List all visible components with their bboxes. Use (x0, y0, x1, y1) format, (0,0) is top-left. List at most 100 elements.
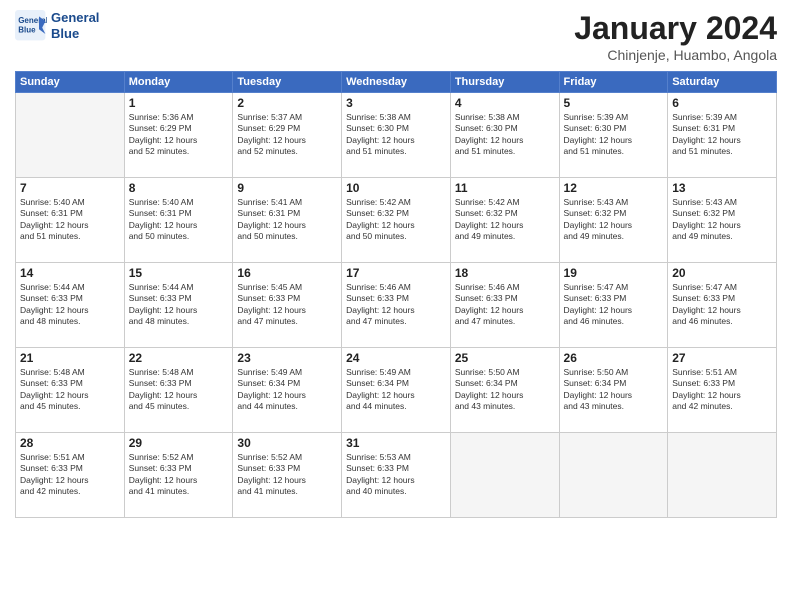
day-number: 2 (237, 96, 337, 110)
day-info: Sunrise: 5:51 AMSunset: 6:33 PMDaylight:… (672, 367, 772, 413)
week-row-2: 7 Sunrise: 5:40 AMSunset: 6:31 PMDaylight… (16, 178, 777, 263)
day-number: 11 (455, 181, 555, 195)
day-cell: 15 Sunrise: 5:44 AMSunset: 6:33 PMDayligh… (124, 263, 233, 348)
day-number: 1 (129, 96, 229, 110)
day-number: 18 (455, 266, 555, 280)
day-info: Sunrise: 5:52 AMSunset: 6:33 PMDaylight:… (129, 452, 229, 498)
day-cell: 26 Sunrise: 5:50 AMSunset: 6:34 PMDayligh… (559, 348, 668, 433)
day-number: 14 (20, 266, 120, 280)
day-number: 7 (20, 181, 120, 195)
day-info: Sunrise: 5:47 AMSunset: 6:33 PMDaylight:… (672, 282, 772, 328)
day-number: 23 (237, 351, 337, 365)
day-number: 15 (129, 266, 229, 280)
header-row: SundayMondayTuesdayWednesdayThursdayFrid… (16, 72, 777, 93)
page: General Blue General Blue January 2024 C… (0, 0, 792, 612)
day-info: Sunrise: 5:50 AMSunset: 6:34 PMDaylight:… (455, 367, 555, 413)
week-row-4: 21 Sunrise: 5:48 AMSunset: 6:33 PMDayligh… (16, 348, 777, 433)
day-cell: 19 Sunrise: 5:47 AMSunset: 6:33 PMDayligh… (559, 263, 668, 348)
day-number: 27 (672, 351, 772, 365)
title-section: January 2024 Chinjenje, Huambo, Angola (574, 10, 777, 63)
day-cell: 29 Sunrise: 5:52 AMSunset: 6:33 PMDayligh… (124, 433, 233, 518)
day-cell: 9 Sunrise: 5:41 AMSunset: 6:31 PMDaylight… (233, 178, 342, 263)
day-info: Sunrise: 5:46 AMSunset: 6:33 PMDaylight:… (346, 282, 446, 328)
day-number: 17 (346, 266, 446, 280)
day-info: Sunrise: 5:40 AMSunset: 6:31 PMDaylight:… (20, 197, 120, 243)
day-cell: 11 Sunrise: 5:42 AMSunset: 6:32 PMDayligh… (450, 178, 559, 263)
col-header-sunday: Sunday (16, 72, 125, 93)
logo-text-line1: General (51, 10, 99, 26)
day-cell (559, 433, 668, 518)
day-cell: 14 Sunrise: 5:44 AMSunset: 6:33 PMDayligh… (16, 263, 125, 348)
day-cell: 23 Sunrise: 5:49 AMSunset: 6:34 PMDayligh… (233, 348, 342, 433)
day-number: 22 (129, 351, 229, 365)
day-info: Sunrise: 5:51 AMSunset: 6:33 PMDaylight:… (20, 452, 120, 498)
col-header-tuesday: Tuesday (233, 72, 342, 93)
col-header-thursday: Thursday (450, 72, 559, 93)
day-number: 3 (346, 96, 446, 110)
logo-icon: General Blue (15, 10, 47, 42)
day-info: Sunrise: 5:43 AMSunset: 6:32 PMDaylight:… (564, 197, 664, 243)
day-cell: 16 Sunrise: 5:45 AMSunset: 6:33 PMDayligh… (233, 263, 342, 348)
day-number: 8 (129, 181, 229, 195)
day-number: 9 (237, 181, 337, 195)
day-cell: 7 Sunrise: 5:40 AMSunset: 6:31 PMDaylight… (16, 178, 125, 263)
day-number: 4 (455, 96, 555, 110)
day-info: Sunrise: 5:44 AMSunset: 6:33 PMDaylight:… (129, 282, 229, 328)
day-cell: 8 Sunrise: 5:40 AMSunset: 6:31 PMDaylight… (124, 178, 233, 263)
day-info: Sunrise: 5:46 AMSunset: 6:33 PMDaylight:… (455, 282, 555, 328)
day-info: Sunrise: 5:41 AMSunset: 6:31 PMDaylight:… (237, 197, 337, 243)
day-cell: 27 Sunrise: 5:51 AMSunset: 6:33 PMDayligh… (668, 348, 777, 433)
day-cell: 10Sunrise: 5:42 AMSunset: 6:32 PMDayligh… (342, 178, 451, 263)
day-info: Sunrise: 5:48 AMSunset: 6:33 PMDaylight:… (129, 367, 229, 413)
day-cell: 4 Sunrise: 5:38 AMSunset: 6:30 PMDaylight… (450, 93, 559, 178)
day-cell: 31 Sunrise: 5:53 AMSunset: 6:33 PMDayligh… (342, 433, 451, 518)
col-header-friday: Friday (559, 72, 668, 93)
day-cell: 6Sunrise: 5:39 AMSunset: 6:31 PMDaylight… (668, 93, 777, 178)
day-cell: 18 Sunrise: 5:46 AMSunset: 6:33 PMDayligh… (450, 263, 559, 348)
day-number: 6 (672, 96, 772, 110)
svg-text:Blue: Blue (18, 25, 36, 34)
day-number: 26 (564, 351, 664, 365)
logo: General Blue General Blue (15, 10, 99, 42)
day-cell: 1 Sunrise: 5:36 AMSunset: 6:29 PMDaylight… (124, 93, 233, 178)
day-info: Sunrise: 5:47 AMSunset: 6:33 PMDaylight:… (564, 282, 664, 328)
day-number: 29 (129, 436, 229, 450)
day-cell: 22 Sunrise: 5:48 AMSunset: 6:33 PMDayligh… (124, 348, 233, 433)
day-cell: 13Sunrise: 5:43 AMSunset: 6:32 PMDayligh… (668, 178, 777, 263)
calendar: SundayMondayTuesdayWednesdayThursdayFrid… (15, 71, 777, 518)
day-cell: 28 Sunrise: 5:51 AMSunset: 6:33 PMDayligh… (16, 433, 125, 518)
col-header-saturday: Saturday (668, 72, 777, 93)
day-info: Sunrise: 5:53 AMSunset: 6:33 PMDaylight:… (346, 452, 446, 498)
day-info: Sunrise: 5:44 AMSunset: 6:33 PMDaylight:… (20, 282, 120, 328)
week-row-3: 14 Sunrise: 5:44 AMSunset: 6:33 PMDayligh… (16, 263, 777, 348)
day-info: Sunrise: 5:49 AMSunset: 6:34 PMDaylight:… (346, 367, 446, 413)
day-info: Sunrise: 5:36 AMSunset: 6:29 PMDaylight:… (129, 112, 229, 158)
day-number: 19 (564, 266, 664, 280)
day-number: 30 (237, 436, 337, 450)
month-title: January 2024 (574, 10, 777, 47)
subtitle: Chinjenje, Huambo, Angola (574, 47, 777, 63)
col-header-wednesday: Wednesday (342, 72, 451, 93)
logo-text-line2: Blue (51, 26, 99, 42)
day-info: Sunrise: 5:42 AMSunset: 6:32 PMDaylight:… (455, 197, 555, 243)
day-cell (450, 433, 559, 518)
col-header-monday: Monday (124, 72, 233, 93)
day-info: Sunrise: 5:50 AMSunset: 6:34 PMDaylight:… (564, 367, 664, 413)
day-info: Sunrise: 5:43 AMSunset: 6:32 PMDaylight:… (672, 197, 772, 243)
day-info: Sunrise: 5:48 AMSunset: 6:33 PMDaylight:… (20, 367, 120, 413)
day-info: Sunrise: 5:49 AMSunset: 6:34 PMDaylight:… (237, 367, 337, 413)
day-info: Sunrise: 5:40 AMSunset: 6:31 PMDaylight:… (129, 197, 229, 243)
day-number: 5 (564, 96, 664, 110)
day-number: 31 (346, 436, 446, 450)
day-info: Sunrise: 5:38 AMSunset: 6:30 PMDaylight:… (346, 112, 446, 158)
day-cell (668, 433, 777, 518)
day-cell (16, 93, 125, 178)
day-info: Sunrise: 5:38 AMSunset: 6:30 PMDaylight:… (455, 112, 555, 158)
day-info: Sunrise: 5:45 AMSunset: 6:33 PMDaylight:… (237, 282, 337, 328)
day-info: Sunrise: 5:42 AMSunset: 6:32 PMDaylight:… (346, 197, 446, 243)
day-number: 16 (237, 266, 337, 280)
day-number: 21 (20, 351, 120, 365)
day-info: Sunrise: 5:52 AMSunset: 6:33 PMDaylight:… (237, 452, 337, 498)
day-info: Sunrise: 5:39 AMSunset: 6:30 PMDaylight:… (564, 112, 664, 158)
day-number: 28 (20, 436, 120, 450)
